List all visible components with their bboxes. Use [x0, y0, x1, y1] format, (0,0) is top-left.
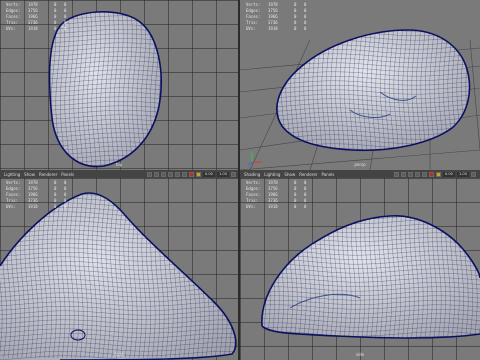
- wire-edge: [164, 0, 168, 168]
- camera-label: side: [355, 352, 365, 357]
- camera-label: top: [115, 162, 123, 167]
- wire-edge: [257, 208, 261, 346]
- viewport-top[interactable]: Verts: 1978 0 0 Edges: 3756 0 0 Faces: 1966 0 0 T…: [0, 0, 238, 170]
- grid-icon[interactable]: [400, 171, 406, 177]
- hud-stats: Verts: 1978 0 0 Edges: 3756 0 0 Faces: 1966 0 0 T…: [6, 2, 67, 31]
- camera-icon[interactable]: [393, 171, 399, 177]
- wire-edge: [470, 20, 474, 158]
- isolate-icon[interactable]: [188, 171, 194, 177]
- menu-panels[interactable]: Panels: [61, 172, 74, 177]
- viewport-persp[interactable]: Verts: 1978 0 0 Edges: 3756 0 0 Faces: 1966 0 0 T…: [240, 0, 480, 170]
- panel-menubar-right: Shading Lighting Show Renderer Panels 0.…: [240, 170, 480, 178]
- wire-edge: [268, 20, 272, 158]
- panel-toolbar-left: 0.00 1.00: [146, 171, 236, 177]
- viewport-side[interactable]: Verts: 1978 0 0 Edges: 3756 0 0 Faces: 1966 0 0 T…: [240, 178, 480, 360]
- camera-label: front: [114, 352, 124, 357]
- xray-icon[interactable]: [195, 171, 201, 177]
- xray-icon[interactable]: [435, 171, 441, 177]
- menu-shading[interactable]: Shading: [244, 172, 260, 177]
- gamma-field[interactable]: 1.00: [216, 171, 229, 177]
- wire-edge: [252, 208, 256, 346]
- exposure-field[interactable]: 0.00: [442, 171, 455, 177]
- wire-edge: [276, 30, 277, 151]
- color-mgmt-icon[interactable]: [231, 171, 236, 177]
- menu-renderer[interactable]: Renderer: [299, 172, 317, 177]
- light-icon[interactable]: [181, 171, 187, 177]
- panel-toolbar-right: 0.00 1.00: [393, 171, 476, 177]
- hud-stats: Verts: 1978 0 0 Edges: 3756 0 0 Faces: 1966 0 0 T…: [6, 180, 67, 209]
- panel-menubar-left: Lighting Show Renderer Panels 0.00 1.00: [0, 170, 240, 178]
- wire-edge: [250, 341, 480, 345]
- wire-edge: [475, 20, 479, 158]
- menu-lighting[interactable]: Lighting: [264, 172, 280, 177]
- smooth-shade-icon[interactable]: [414, 171, 420, 177]
- isolate-icon[interactable]: [428, 171, 434, 177]
- hud-stats: Verts: 1978 0 0 Edges: 3756 0 0 Faces: 1966 0 0 T…: [246, 180, 307, 209]
- menu-show[interactable]: Show: [24, 172, 35, 177]
- menu-panels[interactable]: Panels: [321, 172, 334, 177]
- grid-icon[interactable]: [153, 171, 159, 177]
- wireframe-icon[interactable]: [160, 171, 166, 177]
- menu-renderer[interactable]: Renderer: [39, 172, 57, 177]
- camera-icon[interactable]: [146, 171, 152, 177]
- viewport-divider: [238, 0, 240, 360]
- hud-stats: Verts: 1978 0 0 Edges: 3756 0 0 Faces: 1966 0 0 T…: [246, 2, 307, 31]
- wire-edge: [261, 215, 480, 220]
- smooth-shade-icon[interactable]: [167, 171, 173, 177]
- wireframe-icon[interactable]: [407, 171, 413, 177]
- panel-menubar: Lighting Show Renderer Panels 0.00 1.00 …: [0, 170, 480, 178]
- menu-show[interactable]: Show: [284, 172, 295, 177]
- gamma-field[interactable]: 1.00: [456, 171, 469, 177]
- wire-edge: [250, 345, 480, 349]
- color-mgmt-icon[interactable]: [471, 171, 476, 177]
- wire-edge: [250, 210, 480, 214]
- exposure-field[interactable]: 0.00: [202, 171, 215, 177]
- wire-edge: [270, 153, 480, 157]
- wire-edge: [173, 0, 177, 168]
- wire-edge: [177, 0, 181, 168]
- wire-edge: [168, 0, 172, 168]
- textured-icon[interactable]: [174, 171, 180, 177]
- camera-label: persp: [354, 162, 366, 167]
- viewport-front[interactable]: Verts: 1978 0 0 Edges: 3756 0 0 Faces: 1966 0 0 T…: [0, 178, 238, 360]
- wire-edge: [248, 208, 252, 346]
- light-icon[interactable]: [421, 171, 427, 177]
- wire-edge: [276, 30, 282, 151]
- menu-lighting[interactable]: Lighting: [4, 172, 20, 177]
